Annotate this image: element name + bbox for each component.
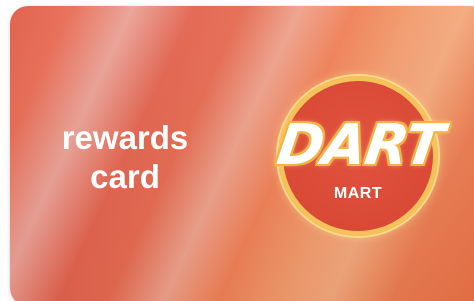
- tagline-line-1: rewards: [61, 119, 189, 156]
- screen: rewards card DART MART: [0, 0, 474, 301]
- logo-sub-text: MART: [333, 185, 383, 202]
- logo-brand-text: DART: [273, 113, 447, 178]
- rewards-card: rewards card DART MART: [10, 6, 474, 301]
- card-tagline: rewards card: [40, 118, 210, 196]
- tagline-line-2: card: [90, 158, 160, 195]
- dart-mart-logo: DART MART: [273, 76, 447, 236]
